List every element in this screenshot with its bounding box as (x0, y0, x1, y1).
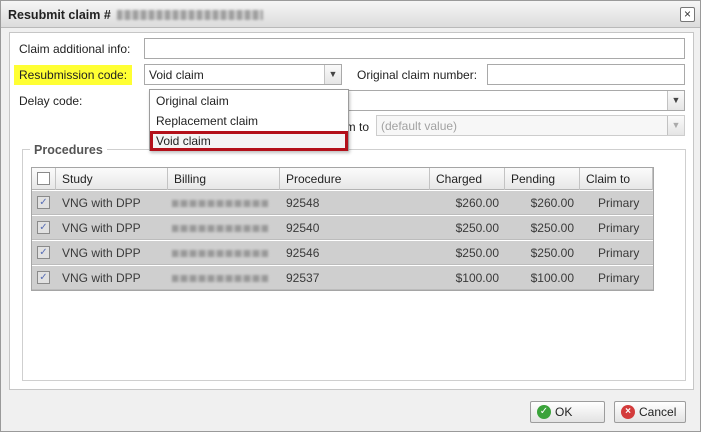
claim-to-cell: Primary (598, 271, 640, 285)
dialog-content: Claim additional info: Resubmission code… (9, 32, 694, 390)
column-header-pending[interactable]: Pending (505, 168, 580, 190)
claim-to-cell: Primary (598, 246, 640, 260)
select-all-cell (32, 168, 56, 190)
close-button[interactable]: × (680, 7, 695, 22)
chevron-down-icon[interactable]: ▼ (324, 65, 341, 84)
dialog-title: Resubmit claim # (8, 8, 111, 22)
procedure-cell: 92548 (286, 196, 320, 210)
charged-cell: $260.00 (455, 196, 499, 210)
study-cell: VNG with DPP (62, 196, 141, 210)
resubmission-code-value: Void claim (149, 68, 204, 82)
resubmission-code-label: Resubmission code: (14, 65, 133, 85)
charged-cell: $250.00 (455, 246, 499, 260)
table-row[interactable]: ✓ VNG with DPP 92548 $260.00 $260.00 Pri… (32, 191, 653, 215)
pending-cell: $100.00 (530, 271, 574, 285)
claim-additional-info-label: Claim additional info: (19, 42, 131, 56)
column-header-charged[interactable]: Charged (430, 168, 505, 190)
table-row[interactable]: ✓ VNG with DPP 92537 $100.00 $100.00 Pri… (32, 266, 653, 290)
grid-header: Study Billing Procedure Charged Pending … (32, 168, 653, 190)
charged-cell: $250.00 (455, 221, 499, 235)
claim-to-cell: Primary (598, 196, 640, 210)
pending-cell: $250.00 (530, 221, 574, 235)
procedures-grid: Study Billing Procedure Charged Pending … (31, 167, 654, 291)
option-replacement-claim[interactable]: Replacement claim (150, 111, 348, 131)
procedures-legend: Procedures (30, 143, 107, 157)
row-checkbox[interactable]: ✓ (37, 221, 50, 234)
redacted-billing (172, 250, 268, 257)
row-checkbox[interactable]: ✓ (37, 246, 50, 259)
column-header-study[interactable]: Study (56, 168, 168, 190)
original-claim-number-input[interactable] (487, 64, 685, 85)
chevron-down-icon[interactable]: ▼ (667, 116, 684, 135)
row-checkbox[interactable]: ✓ (37, 196, 50, 209)
check-circle-icon: ✓ (537, 405, 551, 419)
claim-to-select[interactable]: (default value) ▼ (376, 115, 685, 136)
table-row[interactable]: ✓ VNG with DPP 92540 $250.00 $250.00 Pri… (32, 216, 653, 240)
table-row[interactable]: ✓ VNG with DPP 92546 $250.00 $250.00 Pri… (32, 241, 653, 265)
resubmission-code-select[interactable]: Void claim ▼ (144, 64, 342, 85)
procedure-cell: 92540 (286, 221, 320, 235)
chevron-down-icon[interactable]: ▼ (667, 91, 684, 110)
redacted-billing (172, 225, 268, 232)
study-cell: VNG with DPP (62, 246, 141, 260)
redacted-claim-number (117, 10, 263, 20)
charged-cell: $100.00 (455, 271, 499, 285)
dialog-titlebar[interactable]: Resubmit claim # × (1, 1, 700, 28)
column-header-claim-to[interactable]: Claim to (580, 168, 653, 190)
delay-code-label: Delay code: (19, 94, 83, 108)
claim-to-placeholder: (default value) (381, 119, 458, 133)
cancel-button-label: Cancel (639, 405, 677, 419)
claim-to-cell: Primary (598, 221, 640, 235)
select-all-checkbox[interactable] (37, 172, 50, 185)
delay-code-select[interactable]: ▼ (341, 90, 685, 111)
redacted-billing (172, 200, 268, 207)
resubmit-claim-dialog: Resubmit claim # × Claim additional info… (0, 0, 701, 432)
x-circle-icon: × (621, 405, 635, 419)
option-original-claim[interactable]: Original claim (150, 91, 348, 111)
pending-cell: $260.00 (530, 196, 574, 210)
procedure-cell: 92546 (286, 246, 320, 260)
ok-button-label: OK (555, 405, 573, 419)
resubmission-code-options: Original claim Replacement claim Void cl… (149, 89, 349, 151)
redacted-billing (172, 275, 268, 282)
column-header-procedure[interactable]: Procedure (280, 168, 430, 190)
original-claim-number-label: Original claim number: (357, 68, 478, 82)
claim-additional-info-input[interactable] (144, 38, 685, 59)
column-header-billing[interactable]: Billing (168, 168, 280, 190)
row-checkbox[interactable]: ✓ (37, 271, 50, 284)
procedure-cell: 92537 (286, 271, 320, 285)
ok-button[interactable]: ✓ OK (530, 401, 605, 423)
study-cell: VNG with DPP (62, 271, 141, 285)
pending-cell: $250.00 (530, 246, 574, 260)
study-cell: VNG with DPP (62, 221, 141, 235)
cancel-button[interactable]: × Cancel (614, 401, 686, 423)
option-void-claim[interactable]: Void claim (150, 131, 348, 151)
